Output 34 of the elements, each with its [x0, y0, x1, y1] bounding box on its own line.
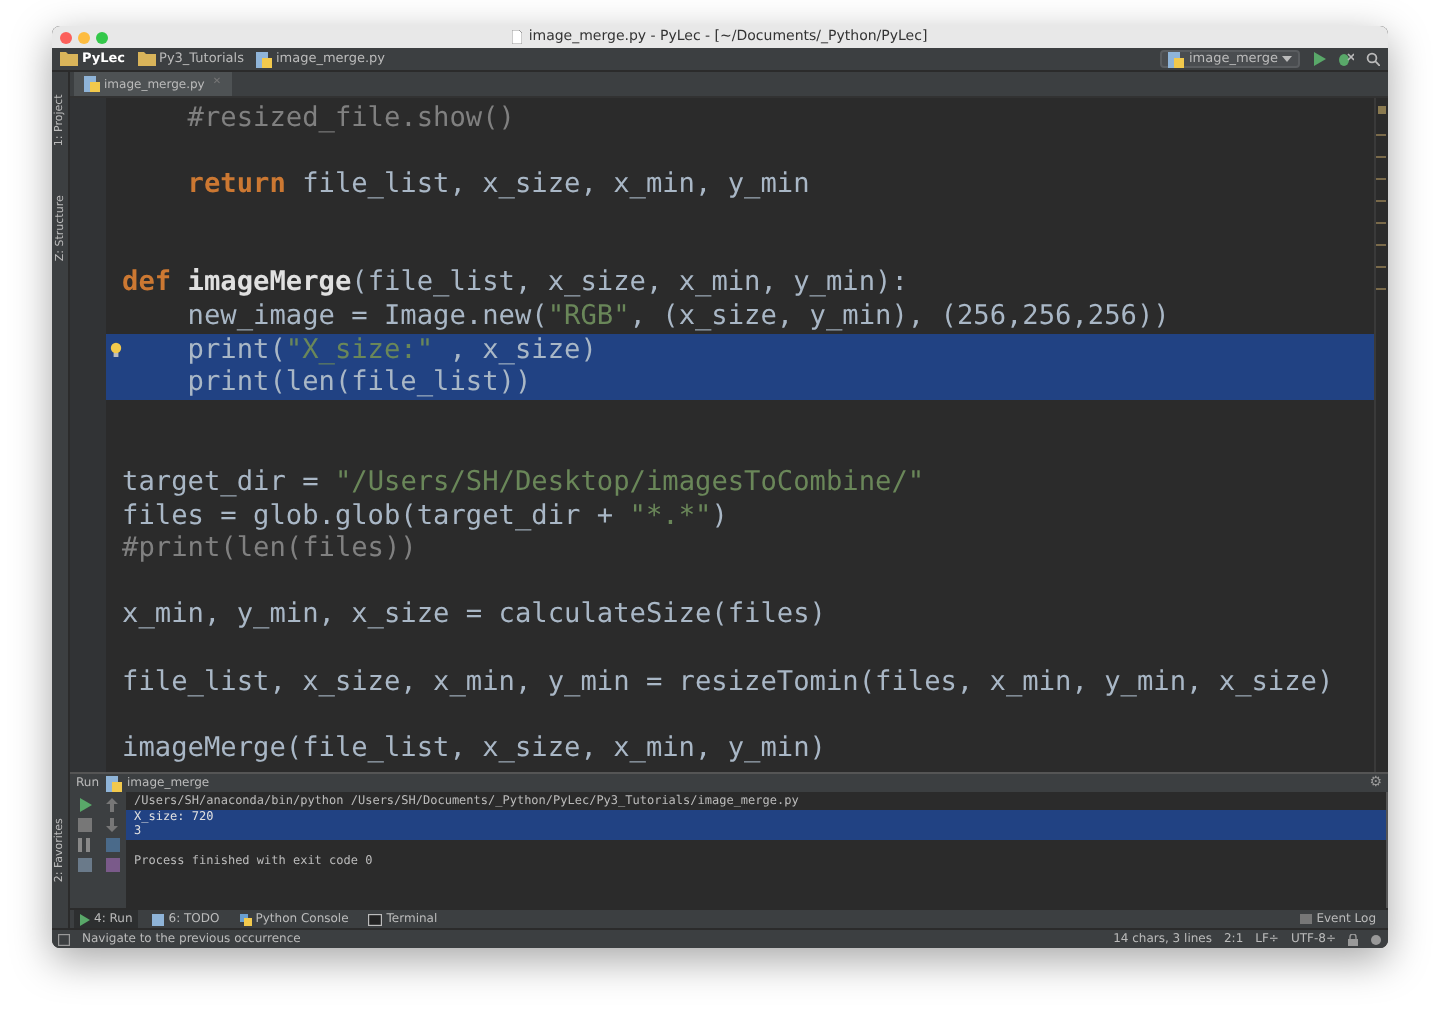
- code-line: x_min, y_min, x_size = calculateSize(files): [122, 602, 826, 630]
- python-file-icon: [84, 76, 100, 92]
- code-line: #print(len(files)): [122, 536, 417, 564]
- zoom-window-button[interactable]: [96, 31, 108, 43]
- code-line: new_image = Image.new("RGB", (x_size, y_min), (256,256,256)): [185, 304, 1170, 332]
- python-file-icon: [105, 775, 122, 791]
- folder-icon: [60, 52, 78, 66]
- lightbulb-icon[interactable]: [110, 342, 123, 359]
- pause-icon[interactable]: [78, 838, 90, 852]
- python-icon: [239, 913, 252, 925]
- folder-icon: [137, 52, 156, 66]
- stop-icon[interactable]: [77, 818, 91, 832]
- code-line: #resized_file.show(): [185, 105, 515, 133]
- python-file-icon: [255, 51, 272, 67]
- debug-icon[interactable]: [1338, 52, 1354, 66]
- code-line: target_dir = "/Users/SH/Desktop/imagesToCombine/": [122, 470, 925, 498]
- search-icon[interactable]: [1366, 52, 1380, 66]
- document-icon: [512, 30, 523, 44]
- code-line: files = glob.glob(target_dir + "*.*"): [122, 503, 728, 531]
- run-icon: [80, 913, 90, 925]
- python-file-icon: [1168, 51, 1185, 67]
- rerun-icon[interactable]: [77, 798, 91, 812]
- panel-toggle-icon[interactable]: [58, 933, 70, 945]
- caret-icon: [1282, 56, 1292, 62]
- code-line: def imageMerge(file_list, x_size, x_min, y_min):: [122, 270, 908, 299]
- run-icon[interactable]: [1312, 52, 1326, 66]
- close-window-button[interactable]: [60, 31, 72, 43]
- lock-icon[interactable]: [1348, 933, 1358, 945]
- code-line: imageMerge(file_list, x_size, x_min, y_min): [122, 735, 826, 763]
- inspector-icon[interactable]: [1370, 933, 1382, 945]
- up-arrow-icon[interactable]: [106, 798, 118, 812]
- down-arrow-icon[interactable]: [106, 818, 118, 832]
- code-line: return file_list, x_size, x_min, y_min: [185, 171, 810, 199]
- code-line: file_list, x_size, x_min, y_min = resizeTomin(files, x_min, y_min, x_size): [122, 669, 1334, 697]
